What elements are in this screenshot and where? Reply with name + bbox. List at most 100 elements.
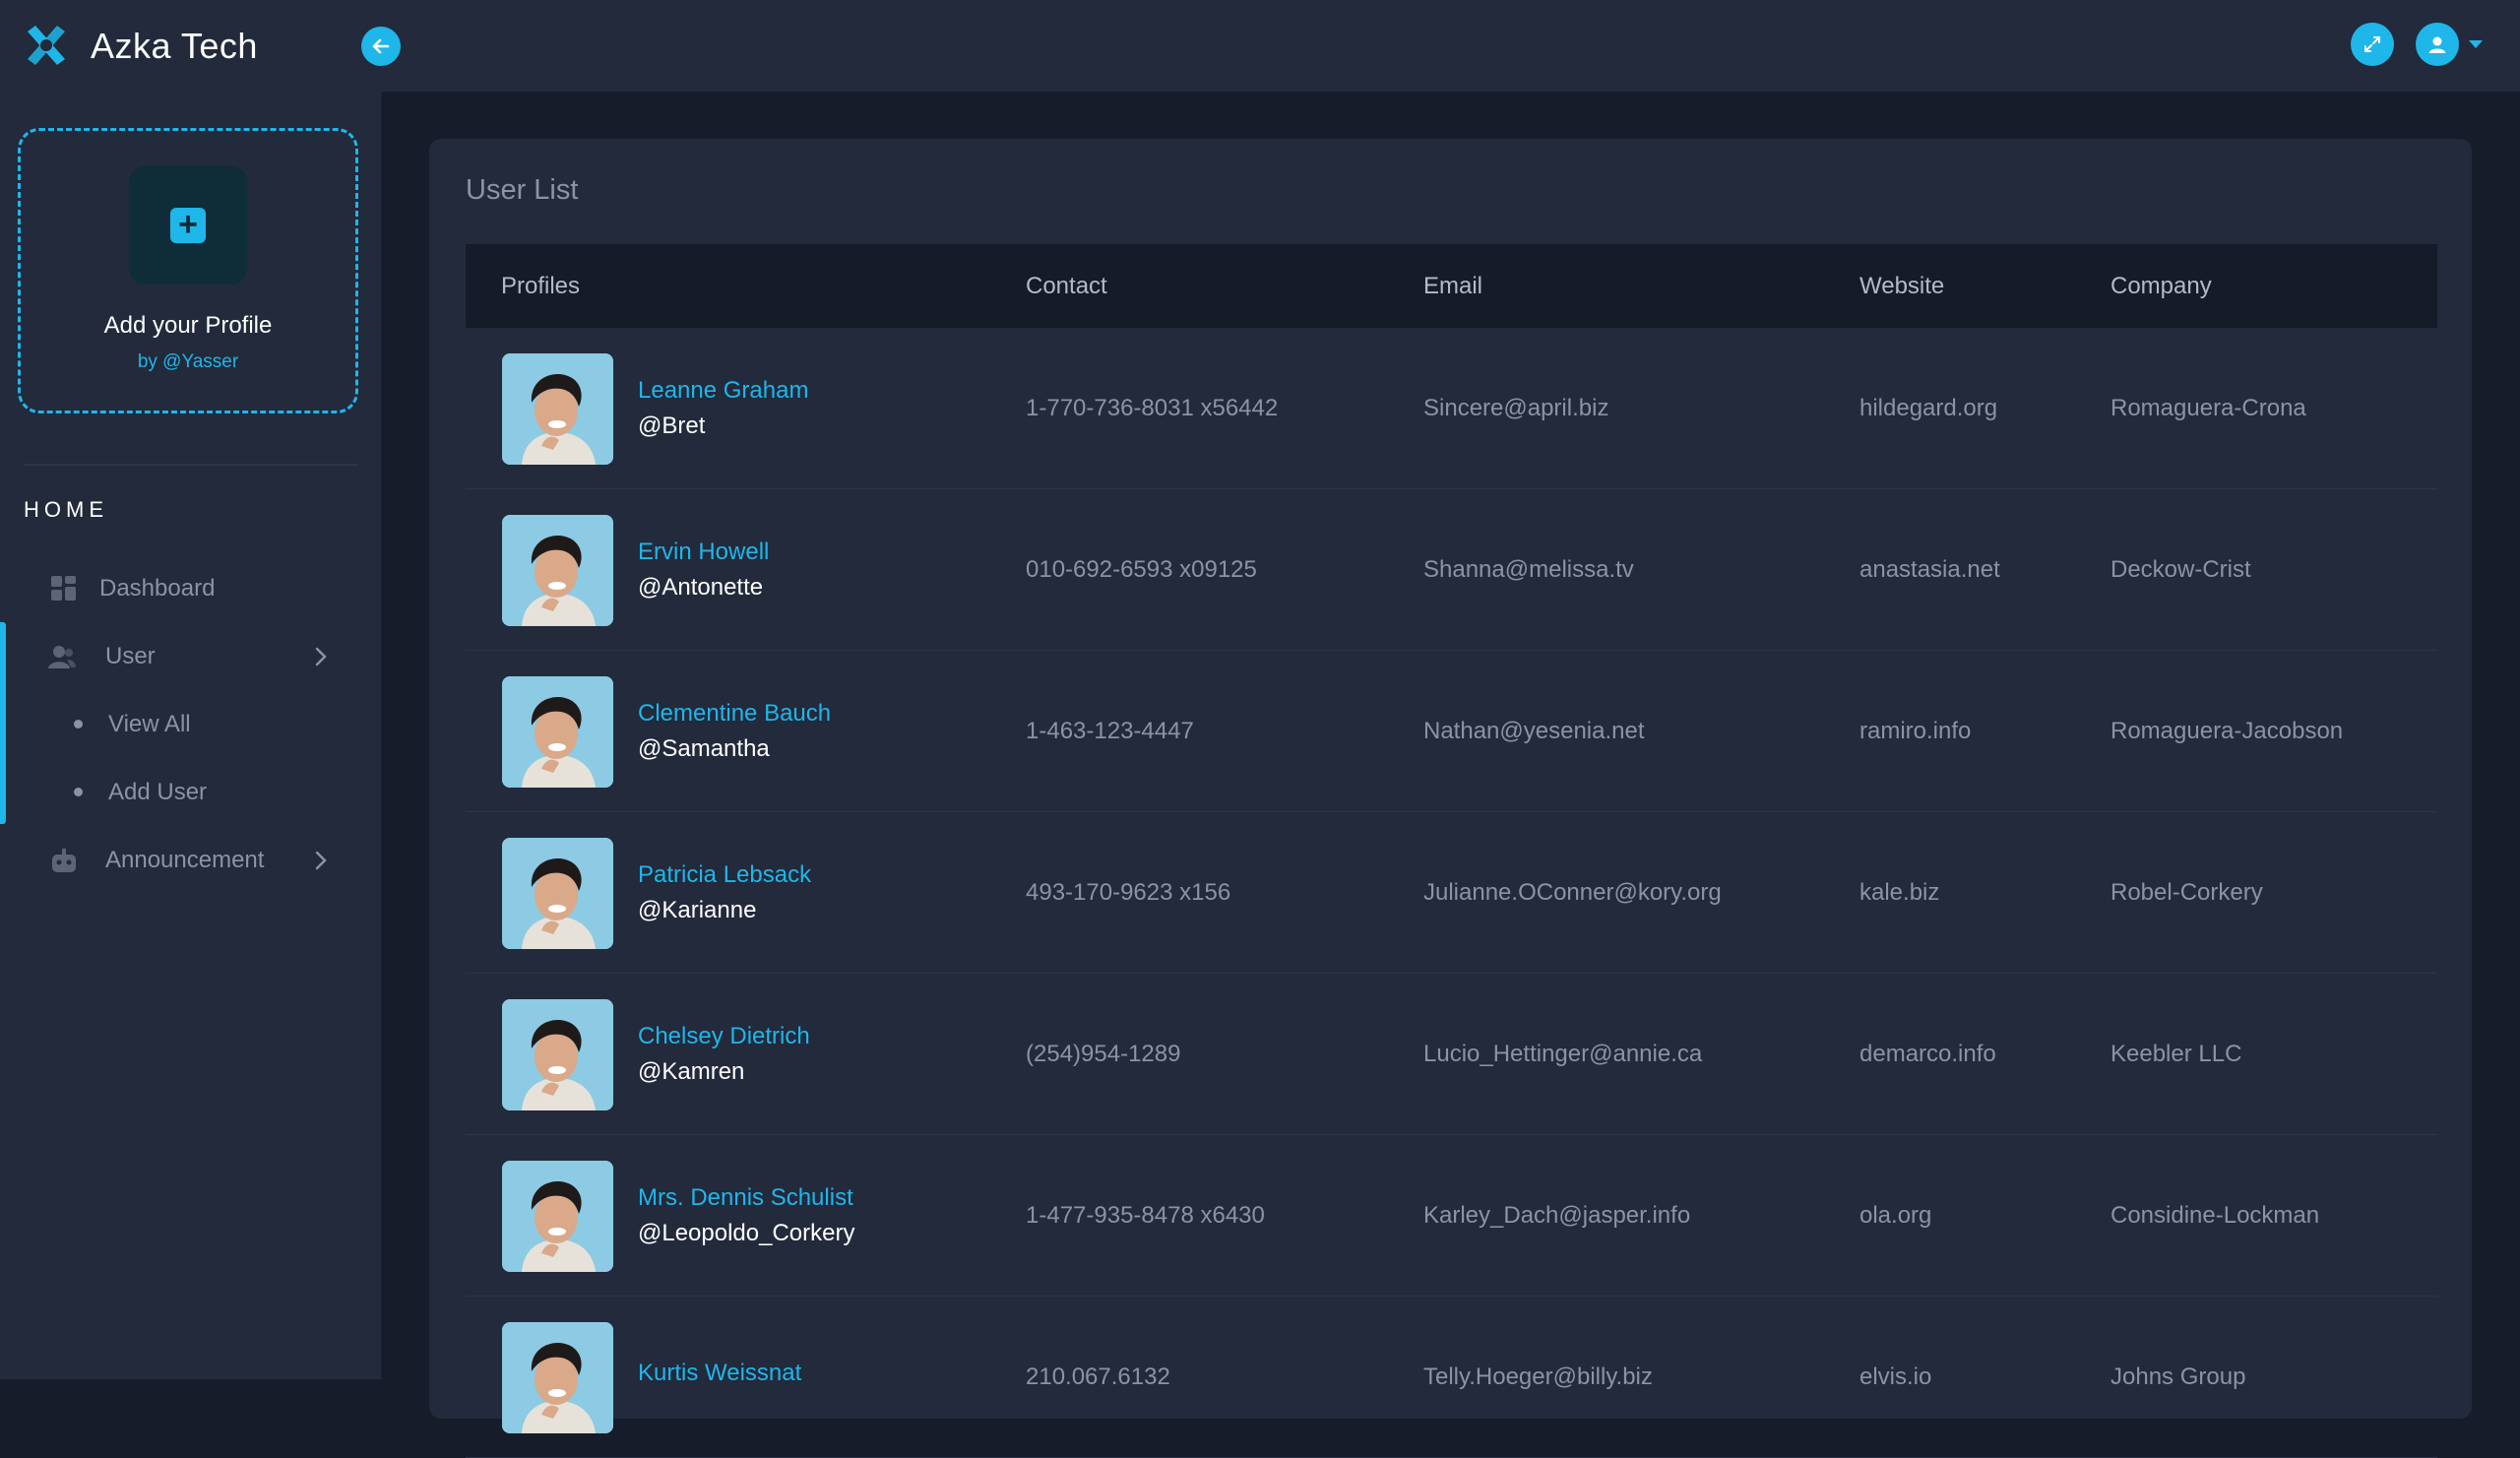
dashboard-grid-icon [51,575,76,601]
avatar[interactable] [502,999,613,1110]
user-name-link[interactable]: Kurtis Weissnat [638,1360,801,1387]
user-company: Romaguera-Crona [2110,394,2306,421]
user-email: Sincere@april.biz [1423,394,1609,421]
user-name-link[interactable]: Patricia Lebsack [638,861,811,889]
chevron-down-icon[interactable] [2469,40,2483,48]
sidebar-item-add-user[interactable]: Add User [0,758,382,826]
profile-info: Clementine Bauch @Samantha [638,700,831,763]
users-icon [48,645,76,668]
sidebar-item-label: Announcement [105,846,265,873]
user-name-link[interactable]: Mrs. Dennis Schulist [638,1184,855,1212]
profile-author: by @Yasser [137,351,239,372]
arrow-left-icon [372,38,390,53]
avatar[interactable] [502,676,613,788]
user-list-card: User List Profiles Contact Email Website… [429,139,2472,1458]
user-handle: @Leopoldo_Corkery [638,1219,855,1246]
expand-icon [2364,36,2380,52]
user-email: Nathan@yesenia.net [1423,717,1645,744]
table-row[interactable]: Kurtis Weissnat 210.067.6132 Telly.Hoege… [466,1297,2437,1458]
avatar[interactable] [502,353,613,465]
table-row[interactable]: Mrs. Dennis Schulist @Leopoldo_Corkery 1… [466,1135,2437,1297]
sidebar-section-title: HOME [24,497,108,522]
page-title: User List [466,174,579,206]
column-header-email[interactable]: Email [1423,273,1482,300]
user-menu-button[interactable] [2416,23,2459,66]
sidebar-nav: Dashboard User View All Add User Announc… [0,554,382,894]
table-body: Leanne Graham @Bret 1-770-736-8031 x5644… [466,328,2437,1458]
chevron-right-icon [315,647,327,666]
table-row[interactable]: Patricia Lebsack @Karianne 493-170-9623 … [466,812,2437,974]
column-header-contact[interactable]: Contact [1026,273,1107,300]
user-handle: @Bret [638,412,706,439]
user-name-link[interactable]: Clementine Bauch [638,700,831,728]
user-handle: @Antonette [638,573,764,601]
active-nav-indicator [0,622,6,824]
user-website: demarco.info [1859,1040,1996,1067]
sidebar-item-announcement[interactable]: Announcement [0,826,382,894]
brand-name: Azka Tech [91,25,258,66]
user-company: Keebler LLC [2110,1040,2242,1067]
user-website: hildegard.org [1859,394,1998,421]
sidebar-item-view-all[interactable]: View All [0,690,382,758]
user-handle: @Samantha [638,734,770,762]
user-table: Profiles Contact Email Website Company L… [466,244,2437,1458]
chevron-right-icon [315,851,327,869]
add-profile-card[interactable]: + Add your Profile by @Yasser [18,128,358,413]
avatar[interactable] [502,1322,613,1433]
user-email: Lucio_Hettinger@annie.ca [1423,1040,1703,1067]
avatar[interactable] [502,1161,613,1272]
user-contact: 1-770-736-8031 x56442 [1026,394,1279,421]
column-header-website[interactable]: Website [1859,273,1944,300]
user-email: Julianne.OConner@kory.org [1423,878,1722,906]
profile-info: Mrs. Dennis Schulist @Leopoldo_Corkery [638,1184,855,1247]
profile-photo-icon [502,1322,613,1433]
sidebar-item-label: View All [108,710,191,737]
user-company: Romaguera-Jacobson [2110,717,2344,744]
sidebar-item-user[interactable]: User [0,622,382,690]
user-website: ramiro.info [1859,717,1972,744]
profile-photo-icon [502,353,613,465]
user-contact: 1-463-123-4447 [1026,717,1194,744]
user-handle: @Kamren [638,1057,745,1085]
table-row[interactable]: Chelsey Dietrich @Kamren (254)954-1289 L… [466,974,2437,1135]
user-email: Telly.Hoeger@billy.biz [1423,1363,1653,1390]
user-website: elvis.io [1859,1363,1932,1390]
user-contact: 010-692-6593 x09125 [1026,555,1257,583]
user-name-link[interactable]: Ervin Howell [638,539,769,566]
fullscreen-button[interactable] [2351,23,2394,66]
user-avatar-icon [2428,36,2446,53]
user-name-link[interactable]: Chelsey Dietrich [638,1023,810,1050]
user-email: Shanna@melissa.tv [1423,555,1634,583]
top-right-actions [2351,23,2483,66]
user-company: Deckow-Crist [2110,555,2251,583]
profile-photo-icon [502,999,613,1110]
user-website: kale.biz [1859,878,1940,906]
user-name-link[interactable]: Leanne Graham [638,377,808,405]
collapse-sidebar-button[interactable] [361,26,401,66]
avatar[interactable] [502,515,613,626]
user-contact: 493-170-9623 x156 [1026,878,1231,906]
add-profile-button[interactable]: + [129,166,247,285]
column-header-profiles[interactable]: Profiles [501,273,580,300]
avatar[interactable] [502,838,613,949]
profile-info: Leanne Graham @Bret [638,377,808,440]
table-row[interactable]: Clementine Bauch @Samantha 1-463-123-444… [466,651,2437,812]
robot-icon [52,848,76,872]
user-website: anastasia.net [1859,555,2000,583]
user-website: ola.org [1859,1201,1932,1229]
add-profile-title: Add your Profile [103,312,273,339]
user-contact: (254)954-1289 [1026,1040,1181,1067]
sidebar: + Add your Profile by @Yasser HOME Dashb… [0,92,382,1379]
column-header-company[interactable]: Company [2110,273,2212,300]
user-contact: 1-477-935-8478 x6430 [1026,1201,1265,1229]
profile-photo-icon [502,515,613,626]
top-bar: Azka Tech [0,0,2520,92]
user-contact: 210.067.6132 [1026,1363,1170,1390]
brand[interactable]: Azka Tech [0,22,384,71]
profile-info: Ervin Howell @Antonette [638,539,769,602]
profile-photo-icon [502,838,613,949]
plus-icon: + [170,208,206,243]
table-row[interactable]: Ervin Howell @Antonette 010-692-6593 x09… [466,489,2437,651]
table-row[interactable]: Leanne Graham @Bret 1-770-736-8031 x5644… [466,328,2437,489]
sidebar-item-dashboard[interactable]: Dashboard [0,554,382,622]
